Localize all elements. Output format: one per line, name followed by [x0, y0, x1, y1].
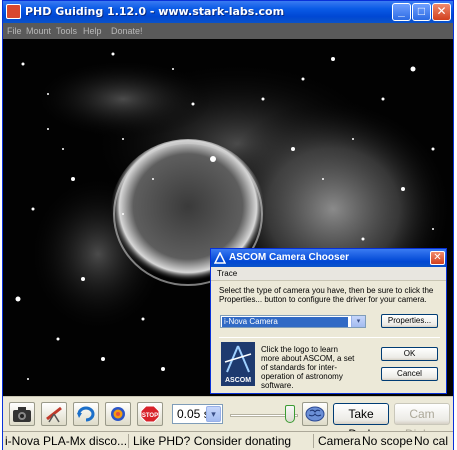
menu-mount[interactable]: Mount: [26, 26, 51, 36]
brain-settings-button[interactable]: [302, 402, 328, 426]
stop-label: STOP: [142, 413, 158, 419]
scope-connect-button[interactable]: [41, 402, 67, 426]
minimize-button[interactable]: _: [392, 3, 411, 21]
title-bar[interactable]: PHD Guiding 1.12.0 - www.stark-labs.com …: [3, 1, 453, 23]
maximize-button[interactable]: □: [412, 3, 431, 21]
status-camera: Camera: [318, 434, 361, 448]
close-button[interactable]: ✕: [432, 3, 451, 21]
dialog-title: ASCOM Camera Chooser: [229, 252, 350, 263]
dialog-title-bar[interactable]: ASCOM Camera Chooser ✕: [211, 249, 446, 267]
exposure-duration-select[interactable]: 0.05 s ▾: [172, 404, 223, 424]
stop-icon: STOP: [140, 405, 160, 423]
ascom-logo[interactable]: ASCOM: [221, 342, 255, 386]
brain-icon: [305, 406, 325, 422]
dialog-instruction-text: Select the type of camera you have, then…: [219, 286, 434, 304]
dialog-close-button[interactable]: ✕: [430, 251, 445, 265]
ascom-camera-chooser-dialog: ASCOM Camera Chooser ✕ Trace Select the …: [210, 248, 447, 394]
cam-dialog-button[interactable]: Cam Dialog: [394, 403, 450, 441]
exposure-duration-value: 0.05 s: [177, 407, 210, 421]
chevron-down-icon[interactable]: ▾: [351, 316, 365, 327]
window-title: PHD Guiding 1.12.0 - www.stark-labs.com: [25, 5, 285, 18]
menu-donate[interactable]: Donate!: [111, 26, 143, 36]
stop-button[interactable]: STOP: [137, 402, 163, 426]
chevron-down-icon[interactable]: ▾: [206, 406, 221, 422]
cancel-button[interactable]: Cancel: [381, 367, 438, 381]
phd-app-icon: [6, 4, 21, 19]
status-scope: No scope: [362, 434, 413, 448]
menu-tools[interactable]: Tools: [56, 26, 77, 36]
ascom-logo-word: ASCOM: [224, 377, 252, 384]
ok-button[interactable]: OK: [381, 347, 438, 361]
telescope-icon: [46, 406, 62, 423]
properties-button[interactable]: Properties...: [381, 314, 438, 328]
menu-help[interactable]: Help: [83, 26, 102, 36]
ascom-logo-caption: Click the logo to learn more about ASCOM…: [261, 345, 355, 390]
status-calibration: No cal: [414, 434, 449, 448]
menu-bar: File Mount Tools Help Donate!: [3, 23, 453, 39]
menu-trace[interactable]: Trace: [217, 269, 237, 278]
guide-button[interactable]: [105, 402, 131, 426]
status-bar: i-Nova PLA-Mx disco... Like PHD? Conside…: [3, 431, 453, 450]
camera-icon: [13, 407, 31, 422]
loop-exposure-button[interactable]: [73, 402, 99, 426]
guide-camera-image[interactable]: ASCOM Camera Chooser ✕ Trace Select the …: [3, 39, 453, 396]
phd-main-window: PHD Guiding 1.12.0 - www.stark-labs.com …: [2, 0, 454, 450]
status-separator: [313, 434, 314, 448]
ascom-icon: [214, 252, 226, 264]
dialog-divider: [219, 337, 440, 338]
take-dark-button[interactable]: Take Dark: [333, 403, 389, 441]
guide-target-icon: [111, 407, 125, 421]
status-donate-message: Like PHD? Consider donating: [133, 434, 292, 448]
status-camera-message: i-Nova PLA-Mx disco...: [5, 434, 128, 448]
status-separator: [128, 434, 129, 448]
camera-select-value: i-Nova Camera: [222, 317, 348, 327]
camera-select[interactable]: i-Nova Camera ▾: [220, 315, 366, 328]
loop-icon: [77, 406, 95, 422]
ascom-logo-icon: [224, 345, 252, 373]
menu-file[interactable]: File: [7, 26, 22, 36]
gamma-slider-thumb[interactable]: [285, 405, 295, 423]
dialog-menu-bar: Trace: [211, 267, 446, 281]
camera-connect-button[interactable]: [9, 402, 35, 426]
guide-toolbar: STOP 0.05 s ▾ Take Dark Cam Dialog: [3, 396, 453, 441]
